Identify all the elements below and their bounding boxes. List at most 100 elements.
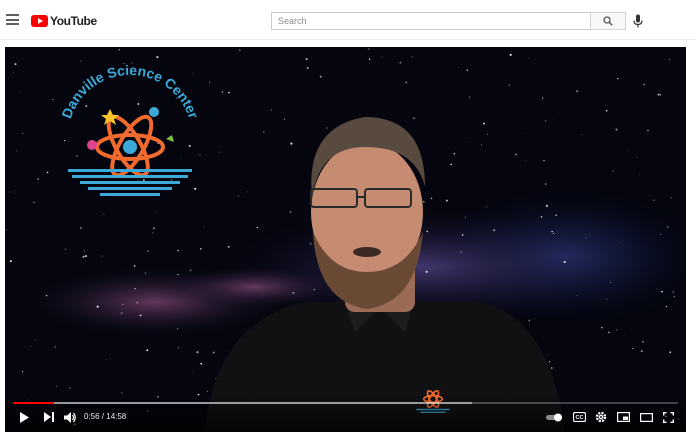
next-icon <box>44 412 54 422</box>
star <box>75 155 78 158</box>
star <box>177 346 180 349</box>
star <box>191 72 193 74</box>
star <box>69 387 71 389</box>
star <box>219 151 221 153</box>
star <box>256 226 259 229</box>
star <box>156 56 159 59</box>
search-icon <box>603 16 613 26</box>
star <box>19 90 20 92</box>
star <box>425 270 428 273</box>
star <box>465 216 467 218</box>
video-player[interactable]: Danville Science Center 0:56 / 14:58 CC <box>5 47 686 432</box>
star <box>292 291 295 294</box>
star <box>647 129 649 132</box>
star <box>199 154 201 156</box>
star <box>422 200 425 203</box>
star <box>290 142 293 145</box>
star <box>640 350 643 353</box>
search-button[interactable] <box>590 12 626 30</box>
search-input[interactable] <box>271 12 590 30</box>
star <box>212 351 215 354</box>
star <box>656 288 657 289</box>
played-bar <box>13 402 55 404</box>
star <box>203 226 205 228</box>
play-icon <box>20 411 29 423</box>
star <box>616 329 618 331</box>
settings-icon <box>595 411 607 423</box>
star <box>237 195 239 197</box>
star <box>551 230 553 233</box>
star <box>171 179 173 181</box>
star <box>461 234 464 236</box>
star <box>134 288 136 290</box>
star <box>144 272 147 274</box>
star <box>486 206 487 208</box>
star <box>105 359 107 360</box>
star <box>45 294 48 297</box>
autoplay-toggle[interactable] <box>546 410 564 424</box>
star <box>563 260 566 264</box>
star <box>483 122 485 125</box>
star <box>669 351 672 354</box>
captions-button[interactable]: CC <box>572 410 586 424</box>
star <box>668 58 671 60</box>
star <box>508 84 511 87</box>
star <box>209 81 211 83</box>
miniplayer-button[interactable] <box>616 410 630 424</box>
star <box>189 269 192 272</box>
star <box>177 249 179 252</box>
star <box>666 226 669 228</box>
star <box>548 360 551 363</box>
play-button[interactable] <box>17 410 31 424</box>
star <box>180 157 182 159</box>
star <box>619 242 621 244</box>
menu-icon[interactable] <box>6 14 19 25</box>
star <box>458 67 459 68</box>
star <box>188 144 191 148</box>
star <box>544 120 547 122</box>
star <box>399 61 402 64</box>
star <box>480 144 483 146</box>
youtube-logo[interactable]: YouTube <box>31 13 97 29</box>
next-button[interactable] <box>42 410 56 424</box>
star <box>84 255 87 258</box>
star <box>576 90 579 93</box>
star <box>194 187 197 190</box>
theater-mode-button[interactable] <box>639 410 653 424</box>
star <box>292 211 294 212</box>
star <box>137 103 140 105</box>
star <box>270 109 272 111</box>
star <box>608 331 610 334</box>
star <box>146 349 149 352</box>
star <box>325 127 328 129</box>
star <box>367 48 370 51</box>
volume-button[interactable] <box>63 410 77 424</box>
star <box>453 152 456 155</box>
star <box>82 255 85 258</box>
time-display: 0:56 / 14:58 <box>84 412 127 421</box>
star <box>309 242 312 245</box>
video-frame: Danville Science Center <box>5 47 686 432</box>
star <box>466 69 469 71</box>
star <box>617 77 619 80</box>
star <box>660 233 662 235</box>
star <box>122 303 124 306</box>
star <box>405 81 408 84</box>
star <box>543 159 545 162</box>
star <box>551 367 553 369</box>
star <box>83 250 85 252</box>
star <box>13 71 14 73</box>
settings-button[interactable] <box>594 410 608 424</box>
fullscreen-button[interactable] <box>661 410 675 424</box>
progress-bar[interactable] <box>13 402 678 404</box>
star <box>524 160 526 162</box>
star <box>546 354 548 356</box>
star <box>493 229 496 232</box>
star <box>413 117 415 120</box>
star <box>653 199 655 201</box>
star <box>152 227 155 230</box>
fullscreen-icon <box>662 411 674 423</box>
star <box>54 346 56 348</box>
microphone-icon[interactable] <box>632 14 644 28</box>
star <box>246 191 248 193</box>
